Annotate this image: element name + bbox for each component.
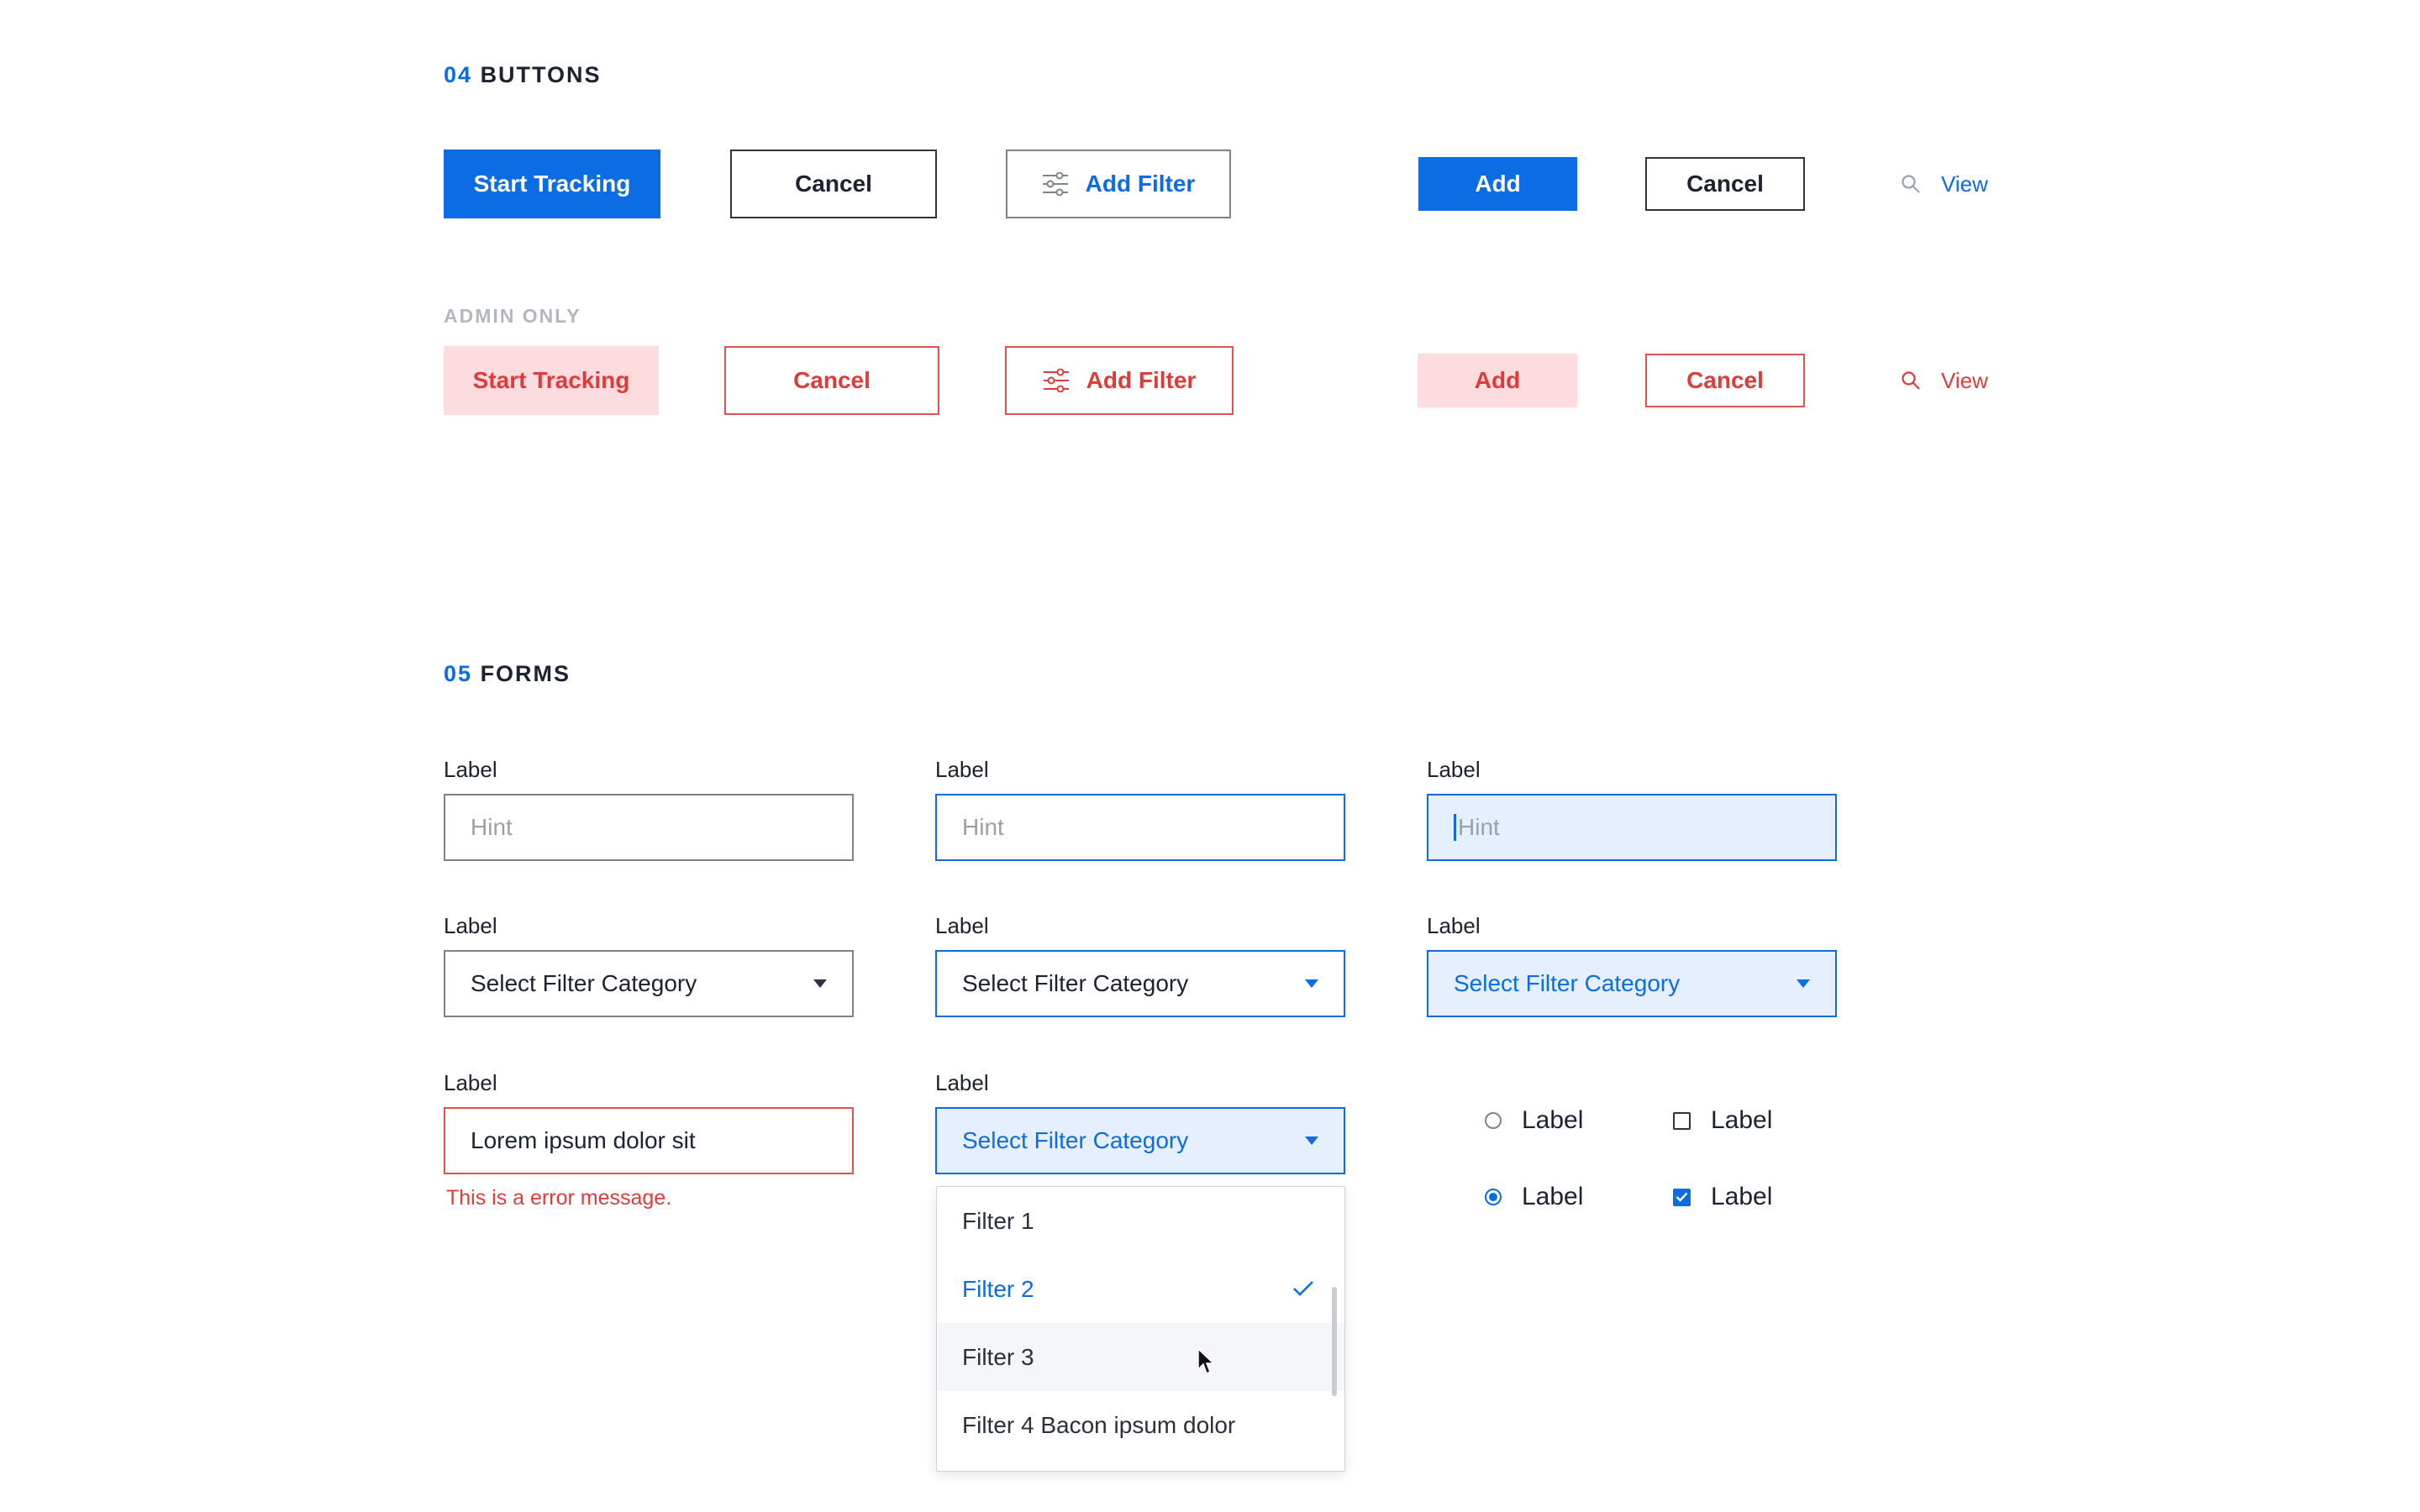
select-value: Select Filter Category [471, 970, 697, 996]
dropdown-option[interactable]: Filter 1 [937, 1187, 1344, 1255]
error-message: This is a error message. [446, 1186, 672, 1210]
admin-only-heading: ADMIN ONLY [444, 305, 581, 327]
section-name: FORMS [480, 661, 571, 686]
admin-add-filter-button-label: Add Filter [1086, 367, 1197, 393]
admin-cancel-small-button[interactable]: Cancel [1645, 354, 1805, 407]
caret-down-icon [1797, 979, 1810, 988]
cancel-small-button-label: Cancel [1686, 171, 1764, 197]
admin-start-tracking-button-label: Start Tracking [472, 367, 630, 393]
checkbox-checked-icon [1673, 1188, 1691, 1206]
cancel-button-label: Cancel [795, 171, 872, 197]
input-value: Lorem ipsum dolor sit [471, 1127, 696, 1153]
caret-down-icon [1305, 979, 1318, 988]
input-placeholder: Hint [1458, 814, 1500, 840]
caret-down-icon [813, 979, 827, 988]
text-input-default[interactable]: Hint [444, 794, 854, 861]
select-value: Select Filter Category [962, 1127, 1189, 1153]
checkbox-label: Label [1711, 1183, 1773, 1210]
search-icon [1901, 174, 1921, 194]
add-filter-button-label: Add Filter [1085, 171, 1196, 197]
radio-checked-icon [1485, 1189, 1502, 1205]
option-label: Filter 4 Bacon ipsum dolor [962, 1411, 1236, 1438]
admin-view-button[interactable]: View [1901, 361, 1988, 400]
radio-icon [1485, 1112, 1502, 1129]
section-number: 05 [444, 661, 473, 686]
option-label: Filter 1 [962, 1207, 1034, 1234]
field-label: Label [444, 1070, 497, 1095]
section-name: BUTTONS [480, 62, 602, 87]
checkbox-label: Label [1711, 1106, 1773, 1134]
input-placeholder: Hint [471, 814, 513, 840]
checkbox-option-checked[interactable]: Label [1673, 1183, 1772, 1211]
dropdown-option-selected[interactable]: Filter 2 [937, 1255, 1344, 1323]
select-dropdown-menu: Filter 1 Filter 2 Filter 3 Filter 4 Baco… [936, 1186, 1345, 1472]
field-label: Label [935, 757, 989, 782]
radio-option[interactable]: Label [1485, 1106, 1583, 1135]
dropdown-option[interactable]: Filter 4 Bacon ipsum dolor [937, 1391, 1344, 1459]
input-placeholder: Hint [962, 814, 1004, 840]
option-label: Filter 3 [962, 1343, 1034, 1370]
admin-add-button[interactable]: Add [1418, 354, 1577, 407]
text-input-error[interactable]: Lorem ipsum dolor sit [444, 1107, 854, 1174]
admin-add-button-label: Add [1474, 367, 1521, 393]
sliders-icon [1043, 369, 1070, 392]
admin-view-button-label: View [1941, 367, 1988, 393]
forms-section-title: 05 FORMS [444, 661, 571, 687]
select-focus[interactable]: Select Filter Category [935, 950, 1345, 1017]
caret-down-icon [1305, 1137, 1318, 1145]
field-label: Label [444, 913, 497, 938]
field-label: Label [935, 1070, 989, 1095]
text-input-active[interactable]: Hint [1427, 794, 1837, 861]
select-value: Select Filter Category [962, 970, 1189, 996]
start-tracking-button-label: Start Tracking [473, 171, 631, 197]
search-icon [1901, 370, 1921, 391]
dropdown-option-hovered[interactable]: Filter 3 [937, 1323, 1344, 1391]
add-button-label: Add [1475, 171, 1521, 197]
radio-option-checked[interactable]: Label [1485, 1183, 1583, 1211]
buttons-section-title: 04 BUTTONS [444, 62, 602, 88]
start-tracking-button[interactable]: Start Tracking [444, 150, 660, 218]
cancel-small-button[interactable]: Cancel [1645, 157, 1805, 211]
text-caret [1454, 814, 1456, 841]
sliders-icon [1042, 172, 1069, 196]
select-active[interactable]: Select Filter Category [1427, 950, 1837, 1017]
cancel-button[interactable]: Cancel [730, 150, 937, 218]
field-label: Label [1427, 913, 1481, 938]
radio-label: Label [1522, 1106, 1584, 1134]
option-label: Filter 2 [962, 1275, 1034, 1302]
checkbox-icon [1673, 1111, 1691, 1130]
radio-label: Label [1522, 1183, 1584, 1210]
admin-add-filter-button[interactable]: Add Filter [1005, 346, 1234, 415]
select-open[interactable]: Select Filter Category [935, 1107, 1345, 1174]
field-label: Label [444, 757, 497, 782]
admin-cancel-small-button-label: Cancel [1686, 367, 1764, 393]
admin-start-tracking-button[interactable]: Start Tracking [444, 346, 659, 415]
section-number: 04 [444, 62, 473, 87]
admin-cancel-button[interactable]: Cancel [724, 346, 939, 415]
view-button-label: View [1941, 171, 1988, 197]
admin-cancel-button-label: Cancel [793, 367, 871, 393]
select-default[interactable]: Select Filter Category [444, 950, 854, 1017]
add-button[interactable]: Add [1418, 157, 1577, 211]
select-value: Select Filter Category [1454, 970, 1681, 996]
field-label: Label [935, 913, 989, 938]
view-button[interactable]: View [1901, 165, 1988, 203]
checkmark-icon [1292, 1276, 1314, 1303]
dropdown-scrollbar[interactable] [1332, 1287, 1337, 1396]
add-filter-button[interactable]: Add Filter [1006, 150, 1231, 218]
field-label: Label [1427, 757, 1481, 782]
mouse-pointer-icon [1197, 1347, 1215, 1375]
checkbox-option[interactable]: Label [1673, 1106, 1772, 1135]
text-input-focus[interactable]: Hint [935, 794, 1345, 861]
